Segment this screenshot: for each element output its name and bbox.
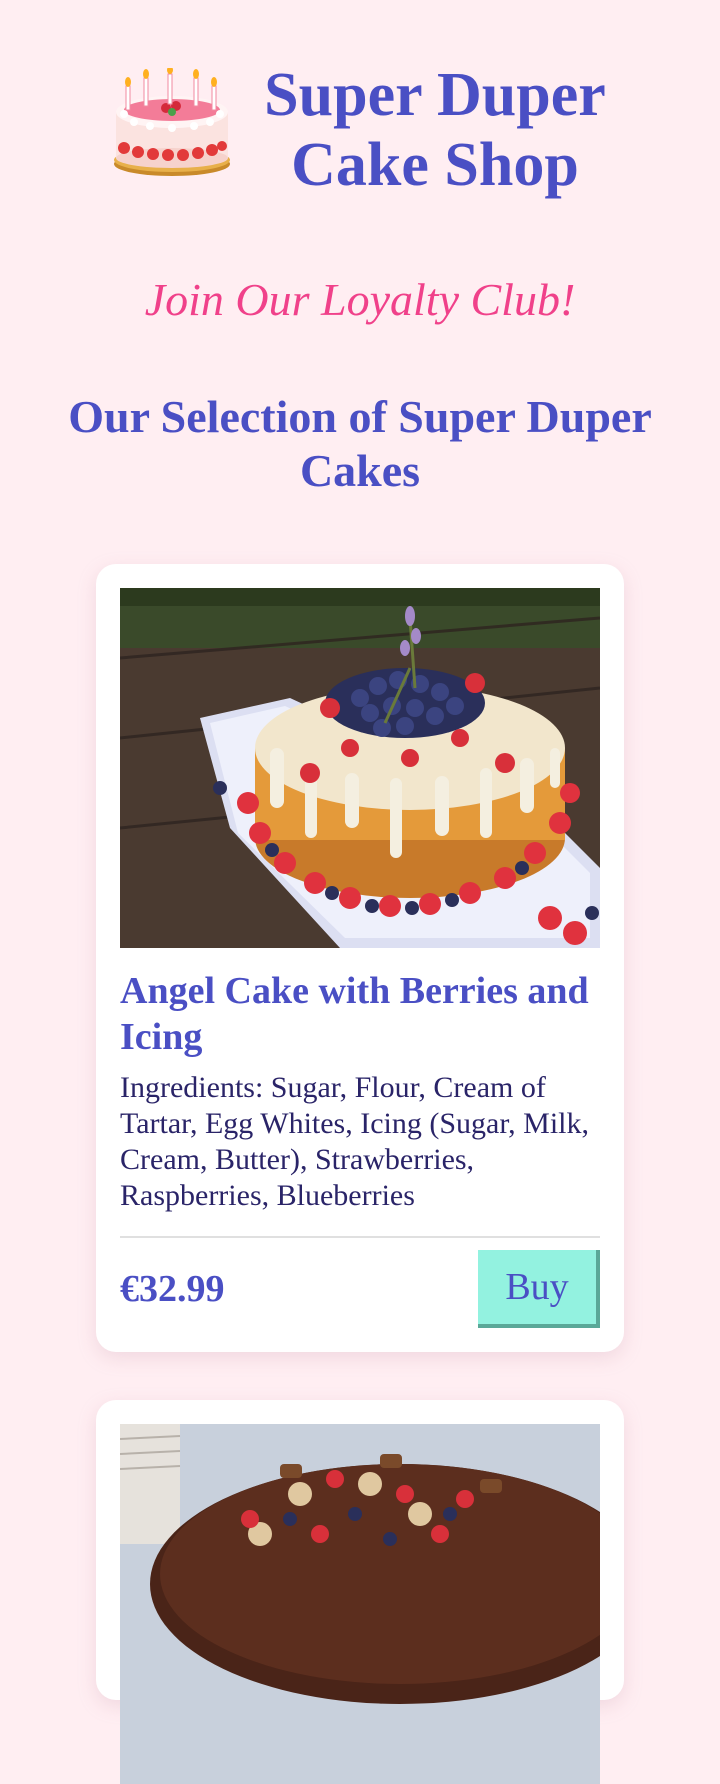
card-divider <box>120 1236 600 1238</box>
product-name: Angel Cake with Berries and Icing <box>120 970 589 1058</box>
cake-photo <box>120 1424 600 1784</box>
product-card <box>96 1400 624 1784</box>
site-title: Super Duper Cake Shop <box>264 61 606 199</box>
buy-button[interactable]: Buy <box>478 1250 600 1328</box>
cake-photo <box>120 588 600 948</box>
loyalty-club-link[interactable]: Join Our Loyalty Club! <box>0 272 720 328</box>
product-card: Angel Cake with Berries and Icing Ingred… <box>96 564 624 1352</box>
product-price: €32.99 <box>120 1268 225 1310</box>
product-ingredients: Ingredients: Sugar, Flour, Cream of Tart… <box>120 1071 589 1212</box>
birthday-cake-icon <box>110 66 234 180</box>
section-heading: Our Selection of Super Duper Cakes <box>68 391 652 496</box>
site-header: Super Duper Cake Shop <box>0 60 720 210</box>
